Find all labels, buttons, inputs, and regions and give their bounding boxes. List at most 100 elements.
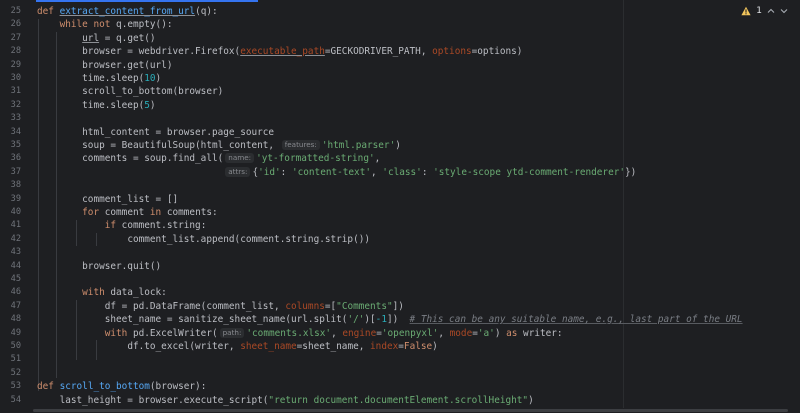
line-number[interactable]: 51: [0, 353, 21, 366]
function-name: scroll_to_bottom: [59, 381, 150, 393]
line-number[interactable]: 33: [0, 112, 21, 125]
code-line[interactable]: def extract_content_from_url(q):: [37, 5, 218, 18]
parameter-hint: path:: [219, 327, 245, 338]
code-line[interactable]: with data_lock:: [37, 286, 167, 299]
code-text: :: [280, 166, 292, 178]
line-number[interactable]: 25: [0, 5, 21, 18]
code-line[interactable]: sheet_name = sanitize_sheet_name(url.spl…: [37, 313, 743, 326]
keyword: as: [506, 327, 518, 339]
line-number[interactable]: 49: [0, 327, 21, 340]
line-number[interactable]: 36: [0, 152, 21, 165]
horizontal-scrollbar[interactable]: [0, 408, 800, 413]
line-number[interactable]: 45: [0, 273, 21, 286]
code-line[interactable]: browser.quit(): [37, 260, 161, 273]
keyword: with: [82, 287, 105, 299]
line-number[interactable]: 46: [0, 286, 21, 299]
line-number[interactable]: 35: [0, 139, 21, 152]
string: 'id': [258, 166, 281, 178]
code-text: ,: [331, 327, 343, 339]
parameter: columns: [285, 300, 325, 312]
keyword: def: [37, 6, 54, 17]
code-line[interactable]: for comment in comments:: [37, 206, 218, 219]
line-number[interactable]: 39: [0, 193, 21, 206]
code-text: ,: [374, 153, 381, 165]
line-number[interactable]: 41: [0, 219, 21, 232]
code-line[interactable]: df = pd.DataFrame(comment_list, columns=…: [37, 300, 404, 313]
line-number[interactable]: 52: [0, 367, 21, 380]
code-line[interactable]: url = q.get(): [37, 32, 155, 45]
code-text: last_height = browser.execute_script(: [59, 394, 269, 406]
code-editor[interactable]: 1 25 26 27 28 29 30 31 32 33 34 35 36 37 38 39 40 41 42 43…: [0, 0, 800, 413]
keyword: while: [59, 19, 88, 31]
code-line[interactable]: browser.get(url): [37, 59, 172, 72]
scrollbar-thumb[interactable]: [33, 409, 788, 412]
parameter: sheet_name: [240, 341, 297, 352]
code-line[interactable]: time.sleep(10): [37, 72, 161, 85]
code-line[interactable]: if comment.string:: [37, 219, 207, 232]
code-line[interactable]: while not q.empty():: [37, 18, 173, 31]
line-number[interactable]: 32: [0, 99, 21, 112]
code-text: ,: [371, 166, 383, 178]
code-text: (q):: [195, 6, 218, 17]
code-line[interactable]: scroll_to_bottom(browser): [37, 85, 223, 98]
code-text: (browser):: [149, 381, 207, 393]
code-text: ): [528, 394, 534, 406]
code-line[interactable]: browser = webdriver.Firefox(executable_p…: [37, 45, 522, 58]
line-number[interactable]: 48: [0, 313, 21, 326]
line-number[interactable]: 43: [0, 246, 21, 259]
inspection-widget[interactable]: 1: [741, 6, 788, 16]
code-line[interactable]: comments = soup.find_all(name:'yt-format…: [37, 152, 380, 165]
code-text: pd.ExcelWriter(: [127, 327, 218, 339]
keyword: not: [93, 19, 111, 31]
line-number[interactable]: 44: [0, 260, 21, 273]
code-text: df.to_excel(writer,: [127, 341, 241, 352]
code-text: ,: [438, 327, 450, 339]
code-line[interactable]: comment_list.append(comment.string.strip…: [37, 233, 370, 246]
line-number[interactable]: 27: [0, 32, 21, 45]
line-number[interactable]: 29: [0, 59, 21, 72]
line-number[interactable]: 42: [0, 233, 21, 246]
line-number[interactable]: 54: [0, 394, 21, 407]
code-text: ): [149, 99, 156, 111]
line-number[interactable]: 50: [0, 340, 21, 353]
code-text: comment_list.append(comment.string.strip…: [127, 233, 371, 245]
line-number[interactable]: 34: [0, 126, 21, 139]
comment: # This can be any suitable name, e.g., l…: [409, 314, 743, 326]
code-text: =[: [324, 300, 337, 312]
line-number[interactable]: 30: [0, 72, 21, 85]
line-number[interactable]: 31: [0, 85, 21, 98]
code-line[interactable]: comment_list = []: [37, 193, 178, 206]
line-number[interactable]: 37: [0, 166, 21, 179]
code-line[interactable]: last_height = browser.execute_script("re…: [37, 394, 534, 407]
line-number[interactable]: 26: [0, 18, 21, 31]
code-text: comment: [99, 207, 150, 218]
parameter: options: [432, 46, 472, 58]
code-text: html_content = browser.page_source: [82, 126, 275, 138]
line-number[interactable]: 28: [0, 45, 21, 58]
line-number[interactable]: 53: [0, 380, 21, 393]
active-tab-indicator: [36, 0, 258, 2]
line-number[interactable]: 38: [0, 179, 21, 192]
code-line[interactable]: def scroll_to_bottom(browser):: [37, 380, 206, 393]
code-line[interactable]: df.to_excel(writer, sheet_name=sheet_nam…: [37, 340, 438, 353]
chevron-up-icon[interactable]: [767, 7, 775, 15]
code-line[interactable]: html_content = browser.page_source: [37, 126, 274, 139]
code-line[interactable]: with pd.ExcelWriter(path:'comments.xlsx'…: [37, 327, 563, 340]
code-line[interactable]: attrs: {'id': 'content-text', 'class': 's…: [37, 166, 636, 179]
code-line[interactable]: soup = BeautifulSoup(html_content, featu…: [37, 139, 401, 152]
code-line[interactable]: time.sleep(5): [37, 99, 156, 112]
chevron-down-icon[interactable]: [780, 7, 788, 15]
line-number[interactable]: 40: [0, 206, 21, 219]
code-text: comment_list = []: [82, 193, 179, 205]
line-number[interactable]: 47: [0, 300, 21, 313]
string: 'html.parser': [321, 140, 396, 151]
